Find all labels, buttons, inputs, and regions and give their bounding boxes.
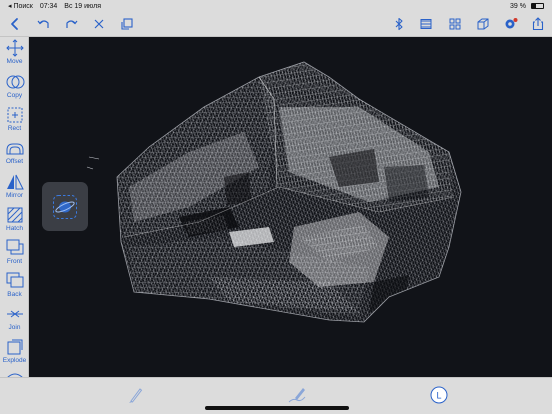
tool-label: Copy xyxy=(6,92,23,99)
settings-icon xyxy=(505,18,518,29)
cube-icon xyxy=(477,18,489,30)
bluetooth-button[interactable] xyxy=(390,15,408,33)
tool-back[interactable]: Back xyxy=(0,270,28,302)
redo-button[interactable] xyxy=(62,15,80,33)
front-icon xyxy=(6,239,23,255)
grid-button[interactable] xyxy=(446,15,464,33)
tool-move[interactable]: Move xyxy=(0,37,28,69)
battery-label: 39 % xyxy=(510,2,526,10)
tool-join[interactable]: Join xyxy=(0,303,28,335)
drawing-canvas[interactable] xyxy=(29,37,552,377)
status-left: ◂ Поиск 07:34 Вс 19 июля xyxy=(8,2,106,10)
battery-icon xyxy=(531,3,544,9)
layers-button[interactable] xyxy=(417,15,435,33)
layer-button[interactable]: L xyxy=(428,384,450,406)
undo-icon xyxy=(37,20,49,28)
share-icon xyxy=(532,17,544,31)
top-toolbar xyxy=(0,12,552,37)
date-label: Вс 19 июля xyxy=(64,3,102,10)
3d-view-button[interactable] xyxy=(474,15,492,33)
eye-icon xyxy=(6,373,23,377)
tool-label: Hatch xyxy=(6,225,23,232)
grid-icon xyxy=(449,18,461,30)
copy-icon xyxy=(121,18,133,30)
tool-eye[interactable] xyxy=(0,367,28,377)
tool-label: Back xyxy=(7,291,22,298)
tool-label: Front xyxy=(6,258,23,265)
status-right: 39 % xyxy=(510,3,544,10)
close-button[interactable] xyxy=(90,15,108,33)
explode-icon xyxy=(7,339,22,355)
tool-hatch[interactable]: Hatch xyxy=(0,204,28,236)
layers-icon xyxy=(420,19,432,29)
back-order-icon xyxy=(6,272,23,288)
tool-label: Offset xyxy=(5,158,24,165)
tool-label: Rect xyxy=(7,125,22,132)
tool-front[interactable]: Front xyxy=(0,237,28,269)
carrier-label: ◂ Поиск xyxy=(8,3,33,10)
settings-button[interactable] xyxy=(502,15,520,33)
tool-offset[interactable]: Offset xyxy=(0,137,28,169)
offset-icon xyxy=(6,143,23,155)
layer-L-icon: L xyxy=(430,386,448,404)
tool-label: Join xyxy=(8,324,21,331)
home-indicator[interactable] xyxy=(205,406,349,410)
move-icon xyxy=(5,39,24,57)
tool-rect[interactable]: Rect xyxy=(0,104,28,136)
join-icon xyxy=(6,310,23,318)
orbit-3d-button[interactable] xyxy=(42,182,88,231)
rect-icon xyxy=(7,107,22,123)
draw-pencil-icon xyxy=(288,388,306,403)
back-icon xyxy=(11,18,18,30)
redo-icon xyxy=(66,20,78,28)
undo-button[interactable] xyxy=(35,15,53,33)
pencil-button[interactable] xyxy=(124,384,146,406)
status-bar: ◂ Поиск 07:34 Вс 19 июля 39 % xyxy=(0,0,552,12)
copy-circles-icon xyxy=(6,75,24,89)
tool-label: Mirror xyxy=(6,192,23,199)
layer-letter: L xyxy=(436,391,441,401)
share-button[interactable] xyxy=(529,15,547,33)
tool-sidebar: Move Copy Rect Offset Mirror Hatch Front… xyxy=(0,37,29,377)
hatch-icon xyxy=(7,207,22,223)
pencil-icon xyxy=(129,388,143,403)
tool-label: Move xyxy=(6,58,23,65)
duplicate-button[interactable] xyxy=(118,15,136,33)
time-label: 07:34 xyxy=(39,3,58,10)
tool-copy[interactable]: Copy xyxy=(0,71,28,103)
mirror-icon xyxy=(6,174,24,190)
bluetooth-icon xyxy=(395,17,403,31)
orbit-3d-icon xyxy=(53,194,77,219)
close-icon xyxy=(94,19,104,29)
3d-mesh-scan xyxy=(86,61,462,323)
draw-button[interactable] xyxy=(286,384,308,406)
tool-label: Explode xyxy=(2,357,27,364)
back-button[interactable] xyxy=(6,15,24,33)
tool-mirror[interactable]: Mirror xyxy=(0,171,28,203)
tool-explode[interactable]: Explode xyxy=(0,336,28,368)
